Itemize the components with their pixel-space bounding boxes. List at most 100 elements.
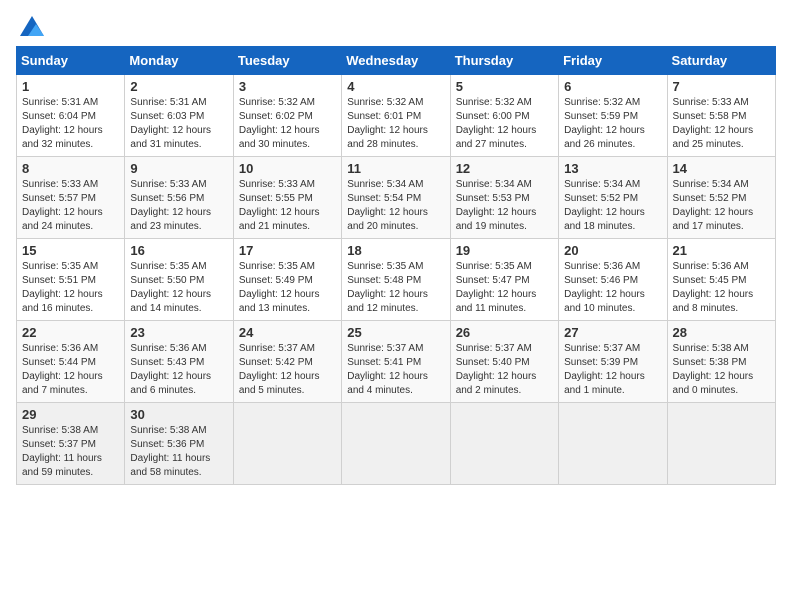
day-number: 24 [239,325,336,340]
day-number: 23 [130,325,227,340]
calendar-cell: 4 Sunrise: 5:32 AMSunset: 6:01 PMDaylight… [342,75,450,157]
day-info: Sunrise: 5:32 AMSunset: 5:59 PMDaylight:… [564,96,661,152]
calendar-cell: 22 Sunrise: 5:36 AMSunset: 5:44 PMDayligh… [17,321,125,403]
calendar-week-4: 22 Sunrise: 5:36 AMSunset: 5:44 PMDayligh… [17,321,776,403]
day-number: 4 [347,79,444,94]
calendar-cell [450,403,558,485]
calendar-cell: 24 Sunrise: 5:37 AMSunset: 5:42 PMDayligh… [233,321,341,403]
day-number: 21 [673,243,770,258]
day-number: 1 [22,79,119,94]
day-info: Sunrise: 5:33 AMSunset: 5:58 PMDaylight:… [673,96,770,152]
calendar-week-5: 29 Sunrise: 5:38 AMSunset: 5:37 PMDayligh… [17,403,776,485]
calendar-cell: 15 Sunrise: 5:35 AMSunset: 5:51 PMDayligh… [17,239,125,321]
calendar-cell: 3 Sunrise: 5:32 AMSunset: 6:02 PMDaylight… [233,75,341,157]
calendar-week-3: 15 Sunrise: 5:35 AMSunset: 5:51 PMDayligh… [17,239,776,321]
day-info: Sunrise: 5:36 AMSunset: 5:45 PMDaylight:… [673,260,770,316]
calendar-cell: 28 Sunrise: 5:38 AMSunset: 5:38 PMDayligh… [667,321,775,403]
day-header-tuesday: Tuesday [233,47,341,75]
day-number: 28 [673,325,770,340]
day-number: 8 [22,161,119,176]
day-header-saturday: Saturday [667,47,775,75]
day-number: 17 [239,243,336,258]
day-number: 14 [673,161,770,176]
calendar-cell: 14 Sunrise: 5:34 AMSunset: 5:52 PMDayligh… [667,157,775,239]
calendar-cell: 13 Sunrise: 5:34 AMSunset: 5:52 PMDayligh… [559,157,667,239]
day-info: Sunrise: 5:33 AMSunset: 5:57 PMDaylight:… [22,178,119,234]
day-number: 6 [564,79,661,94]
calendar-cell [559,403,667,485]
calendar-cell: 27Sunrise: 5:37 AMSunset: 5:39 PMDayligh… [559,321,667,403]
day-number: 7 [673,79,770,94]
logo-icon [20,16,44,36]
day-info: Sunrise: 5:31 AMSunset: 6:03 PMDaylight:… [130,96,227,152]
day-info: Sunrise: 5:38 AMSunset: 5:37 PMDaylight:… [22,424,119,480]
day-number: 3 [239,79,336,94]
calendar-cell: 6 Sunrise: 5:32 AMSunset: 5:59 PMDaylight… [559,75,667,157]
day-number: 20 [564,243,661,258]
calendar-cell [233,403,341,485]
day-number: 16 [130,243,227,258]
day-info: Sunrise: 5:36 AMSunset: 5:43 PMDaylight:… [130,342,227,398]
day-info: Sunrise: 5:34 AMSunset: 5:52 PMDaylight:… [673,178,770,234]
calendar-cell: 30 Sunrise: 5:38 AMSunset: 5:36 PMDayligh… [125,403,233,485]
calendar-week-1: 1 Sunrise: 5:31 AMSunset: 6:04 PMDaylight… [17,75,776,157]
day-header-thursday: Thursday [450,47,558,75]
day-number: 19 [456,243,553,258]
day-info: Sunrise: 5:34 AMSunset: 5:52 PMDaylight:… [564,178,661,234]
day-info: Sunrise: 5:35 AMSunset: 5:49 PMDaylight:… [239,260,336,316]
day-info: Sunrise: 5:32 AMSunset: 6:02 PMDaylight:… [239,96,336,152]
calendar-cell [342,403,450,485]
days-header-row: SundayMondayTuesdayWednesdayThursdayFrid… [17,47,776,75]
day-number: 5 [456,79,553,94]
day-info: Sunrise: 5:36 AMSunset: 5:46 PMDaylight:… [564,260,661,316]
day-number: 30 [130,407,227,422]
day-info: Sunrise: 5:36 AMSunset: 5:44 PMDaylight:… [22,342,119,398]
calendar-cell: 7 Sunrise: 5:33 AMSunset: 5:58 PMDaylight… [667,75,775,157]
calendar-cell: 9Sunrise: 5:33 AMSunset: 5:56 PMDaylight… [125,157,233,239]
day-info: Sunrise: 5:38 AMSunset: 5:38 PMDaylight:… [673,342,770,398]
calendar-cell: 12 Sunrise: 5:34 AMSunset: 5:53 PMDayligh… [450,157,558,239]
calendar-cell: 26 Sunrise: 5:37 AMSunset: 5:40 PMDayligh… [450,321,558,403]
day-info: Sunrise: 5:37 AMSunset: 5:42 PMDaylight:… [239,342,336,398]
calendar-cell: 23 Sunrise: 5:36 AMSunset: 5:43 PMDayligh… [125,321,233,403]
day-number: 15 [22,243,119,258]
day-info: Sunrise: 5:33 AMSunset: 5:55 PMDaylight:… [239,178,336,234]
day-number: 9 [130,161,227,176]
day-header-monday: Monday [125,47,233,75]
day-info: Sunrise: 5:38 AMSunset: 5:36 PMDaylight:… [130,424,227,480]
calendar-cell: 2 Sunrise: 5:31 AMSunset: 6:03 PMDaylight… [125,75,233,157]
calendar-cell: 5Sunrise: 5:32 AMSunset: 6:00 PMDaylight… [450,75,558,157]
calendar-cell: 17 Sunrise: 5:35 AMSunset: 5:49 PMDayligh… [233,239,341,321]
calendar-cell: 19 Sunrise: 5:35 AMSunset: 5:47 PMDayligh… [450,239,558,321]
day-header-sunday: Sunday [17,47,125,75]
day-info: Sunrise: 5:32 AMSunset: 6:01 PMDaylight:… [347,96,444,152]
day-info: Sunrise: 5:37 AMSunset: 5:41 PMDaylight:… [347,342,444,398]
day-number: 12 [456,161,553,176]
day-number: 25 [347,325,444,340]
day-number: 18 [347,243,444,258]
calendar-cell: 1 Sunrise: 5:31 AMSunset: 6:04 PMDaylight… [17,75,125,157]
day-info: Sunrise: 5:37 AMSunset: 5:40 PMDaylight:… [456,342,553,398]
day-info: Sunrise: 5:35 AMSunset: 5:48 PMDaylight:… [347,260,444,316]
day-number: 13 [564,161,661,176]
day-number: 26 [456,325,553,340]
calendar-cell: 8 Sunrise: 5:33 AMSunset: 5:57 PMDaylight… [17,157,125,239]
calendar-cell: 16Sunrise: 5:35 AMSunset: 5:50 PMDayligh… [125,239,233,321]
day-header-friday: Friday [559,47,667,75]
day-info: Sunrise: 5:37 AMSunset: 5:39 PMDaylight:… [564,342,661,398]
day-number: 29 [22,407,119,422]
day-number: 11 [347,161,444,176]
logo [16,16,44,36]
calendar-cell: 25 Sunrise: 5:37 AMSunset: 5:41 PMDayligh… [342,321,450,403]
day-info: Sunrise: 5:35 AMSunset: 5:51 PMDaylight:… [22,260,119,316]
calendar-cell: 11 Sunrise: 5:34 AMSunset: 5:54 PMDayligh… [342,157,450,239]
day-info: Sunrise: 5:35 AMSunset: 5:47 PMDaylight:… [456,260,553,316]
page-header [16,16,776,36]
day-number: 2 [130,79,227,94]
day-info: Sunrise: 5:31 AMSunset: 6:04 PMDaylight:… [22,96,119,152]
day-number: 22 [22,325,119,340]
day-info: Sunrise: 5:34 AMSunset: 5:53 PMDaylight:… [456,178,553,234]
day-info: Sunrise: 5:34 AMSunset: 5:54 PMDaylight:… [347,178,444,234]
calendar-cell [667,403,775,485]
calendar-cell: 10Sunrise: 5:33 AMSunset: 5:55 PMDayligh… [233,157,341,239]
